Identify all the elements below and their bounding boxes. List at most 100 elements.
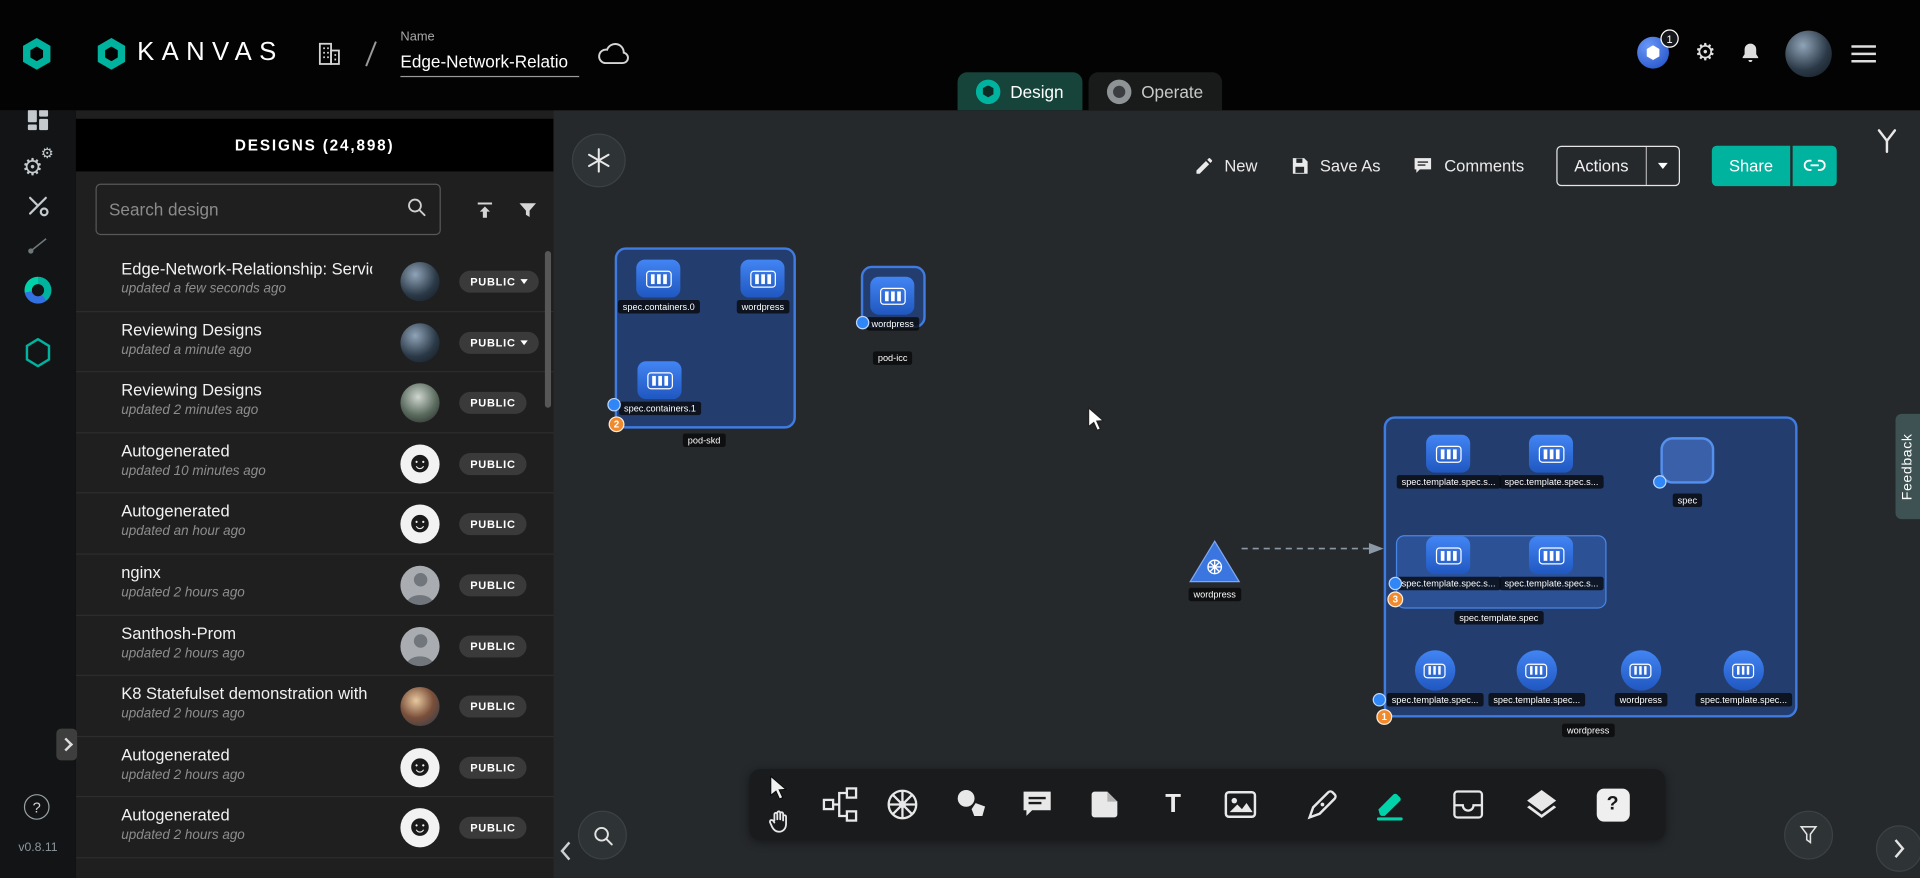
design-name-input[interactable] bbox=[400, 49, 579, 77]
design-list-item[interactable]: Autogenerated updated an hour ago PUBLIC bbox=[76, 494, 554, 555]
user-avatar[interactable] bbox=[1785, 31, 1832, 78]
shapes-tool[interactable] bbox=[951, 784, 993, 826]
design-list-item[interactable]: K8 Statefulset demonstration with mo upd… bbox=[76, 676, 554, 737]
visibility-badge[interactable]: PUBLIC bbox=[459, 453, 526, 475]
design-name-label: Name bbox=[400, 29, 434, 44]
container-node[interactable]: spec.containers.0 bbox=[618, 260, 700, 314]
design-list-item[interactable]: Edge-Network-Relationship: Service updat… bbox=[76, 251, 554, 312]
design-title: Autogenerated bbox=[121, 745, 229, 763]
help-button[interactable]: ? bbox=[24, 794, 50, 820]
help-glyph: ? bbox=[1607, 793, 1619, 815]
avatar bbox=[400, 383, 439, 422]
share-button[interactable]: Share bbox=[1712, 145, 1790, 185]
container-node[interactable]: wordpress bbox=[737, 260, 789, 314]
hamburger-menu-icon[interactable] bbox=[1850, 44, 1877, 64]
sidebar-scrollbar[interactable] bbox=[545, 251, 551, 408]
visibility-badge[interactable]: PUBLIC bbox=[459, 574, 526, 596]
service-node[interactable] bbox=[1189, 540, 1240, 589]
pod-circle-node[interactable]: spec.template.spec... bbox=[1695, 650, 1792, 707]
search-input[interactable] bbox=[109, 200, 398, 220]
media-tool[interactable] bbox=[1220, 784, 1262, 826]
notifications-bell-icon[interactable] bbox=[1739, 40, 1762, 66]
settings-gear-icon[interactable]: ⚙ bbox=[1695, 42, 1716, 65]
kubernetes-wheel-tool[interactable] bbox=[882, 784, 924, 826]
node-label: spec.template.spec.s... bbox=[1500, 577, 1604, 591]
design-list-item[interactable]: Reviewing Designs updated 2 minutes ago … bbox=[76, 372, 554, 433]
feedback-tab[interactable]: Feedback bbox=[1896, 414, 1920, 519]
cloud-sync-icon bbox=[598, 42, 630, 66]
new-button[interactable]: New bbox=[1194, 155, 1258, 176]
toolkit-line-icon[interactable] bbox=[26, 233, 50, 257]
design-list-item[interactable]: Autogenerated updated 2 hours ago PUBLIC bbox=[76, 737, 554, 798]
container-node[interactable]: spec.template.spec.s... bbox=[1500, 536, 1604, 590]
design-list-item[interactable]: nginx updated 2 hours ago PUBLIC bbox=[76, 555, 554, 616]
visibility-badge[interactable]: PUBLIC bbox=[459, 635, 526, 657]
tab-operate[interactable]: Operate bbox=[1089, 72, 1222, 110]
chevron-down-icon[interactable] bbox=[1647, 146, 1679, 184]
canvas-settings-button[interactable] bbox=[572, 133, 626, 187]
text-tool[interactable]: T bbox=[1152, 784, 1194, 826]
avatar bbox=[400, 748, 439, 787]
save-as-button[interactable]: Save As bbox=[1289, 155, 1380, 176]
container-node[interactable]: spec.template.spec.s... bbox=[1500, 435, 1604, 489]
node-label: wordpress bbox=[737, 300, 789, 314]
brand-logo-icon[interactable] bbox=[96, 38, 128, 70]
tab-design[interactable]: Design bbox=[958, 72, 1082, 110]
pod-circle-node[interactable]: spec.template.spec... bbox=[1387, 650, 1484, 707]
select-cursor-tool[interactable] bbox=[764, 773, 796, 805]
organization-icon[interactable] bbox=[316, 39, 343, 68]
pod-circle-node[interactable]: wordpress bbox=[1615, 650, 1667, 707]
comments-button[interactable]: Comments bbox=[1412, 155, 1524, 176]
pen-tool[interactable] bbox=[1302, 784, 1344, 826]
chevron-right-button[interactable] bbox=[1876, 825, 1920, 872]
container-node[interactable]: spec.template.spec.s... bbox=[1397, 435, 1501, 489]
design-list-item[interactable]: Santhosh-Prom updated 2 hours ago PUBLIC bbox=[76, 615, 554, 676]
toolbar-help-button[interactable]: ? bbox=[1592, 784, 1634, 826]
design-updated: updated 10 minutes ago bbox=[121, 464, 266, 479]
visibility-badge[interactable]: PUBLIC bbox=[459, 331, 539, 353]
rail-logo-icon[interactable] bbox=[21, 38, 53, 70]
extensions-button[interactable]: 1 bbox=[1637, 37, 1669, 69]
zoom-tool-button[interactable] bbox=[578, 811, 627, 860]
design-canvas[interactable]: New Save As Comments Actions Share bbox=[553, 110, 1920, 878]
filter-funnel-button[interactable] bbox=[1784, 811, 1833, 860]
notification-count-badge: 1 bbox=[1660, 29, 1678, 47]
highlighter-tool[interactable] bbox=[1369, 784, 1411, 826]
drawer-tool[interactable] bbox=[1447, 784, 1489, 826]
versions-branch-icon[interactable] bbox=[1875, 127, 1899, 160]
pan-hand-tool[interactable] bbox=[764, 806, 796, 838]
sticker-tool[interactable] bbox=[1084, 784, 1126, 826]
node-label: spec.template.spec... bbox=[1387, 693, 1484, 707]
spec-node[interactable] bbox=[1660, 437, 1714, 484]
container-node[interactable]: wordpress bbox=[867, 277, 919, 331]
sidebar-collapse-button[interactable] bbox=[56, 729, 77, 761]
design-list-item[interactable]: Autogenerated updated 10 minutes ago PUB… bbox=[76, 433, 554, 494]
visibility-badge[interactable]: PUBLIC bbox=[459, 392, 526, 414]
pod-circle-node[interactable]: spec.template.spec... bbox=[1488, 650, 1585, 707]
configuration-tools-icon[interactable] bbox=[24, 192, 51, 219]
dashboard-icon[interactable] bbox=[24, 107, 51, 134]
spec-name-chip: spec bbox=[1673, 493, 1702, 507]
actions-dropdown-button[interactable]: Actions bbox=[1556, 145, 1680, 185]
search-icon[interactable] bbox=[405, 195, 427, 223]
container-node[interactable]: spec.template.spec.s... bbox=[1397, 536, 1501, 590]
design-search-box[interactable] bbox=[96, 184, 441, 235]
visibility-badge[interactable]: PUBLIC bbox=[459, 696, 526, 718]
node-graph-tool[interactable] bbox=[819, 784, 861, 826]
design-list-item[interactable]: Reviewing Designs updated a minute ago P… bbox=[76, 312, 554, 373]
visibility-badge[interactable]: PUBLIC bbox=[459, 817, 526, 839]
copy-link-button[interactable] bbox=[1793, 145, 1837, 185]
design-list-item[interactable]: Autogenerated updated 2 hours ago PUBLIC bbox=[76, 798, 554, 859]
filter-icon[interactable] bbox=[513, 196, 542, 225]
visibility-badge[interactable]: PUBLIC bbox=[459, 756, 526, 778]
import-design-icon[interactable] bbox=[470, 196, 499, 225]
layers-tool[interactable] bbox=[1521, 784, 1563, 826]
visibility-badge[interactable]: PUBLIC bbox=[459, 514, 526, 536]
meshery-hexagon-icon[interactable] bbox=[24, 338, 51, 367]
lifecycle-gears-icon[interactable]: ⚙⚙ bbox=[22, 148, 54, 177]
visibility-badge[interactable]: PUBLIC bbox=[459, 271, 539, 293]
comment-tool[interactable] bbox=[1016, 784, 1058, 826]
catalog-icon[interactable] bbox=[24, 277, 51, 304]
container-node[interactable]: spec.containers.1 bbox=[619, 361, 701, 415]
chevron-left-icon[interactable] bbox=[558, 840, 573, 868]
